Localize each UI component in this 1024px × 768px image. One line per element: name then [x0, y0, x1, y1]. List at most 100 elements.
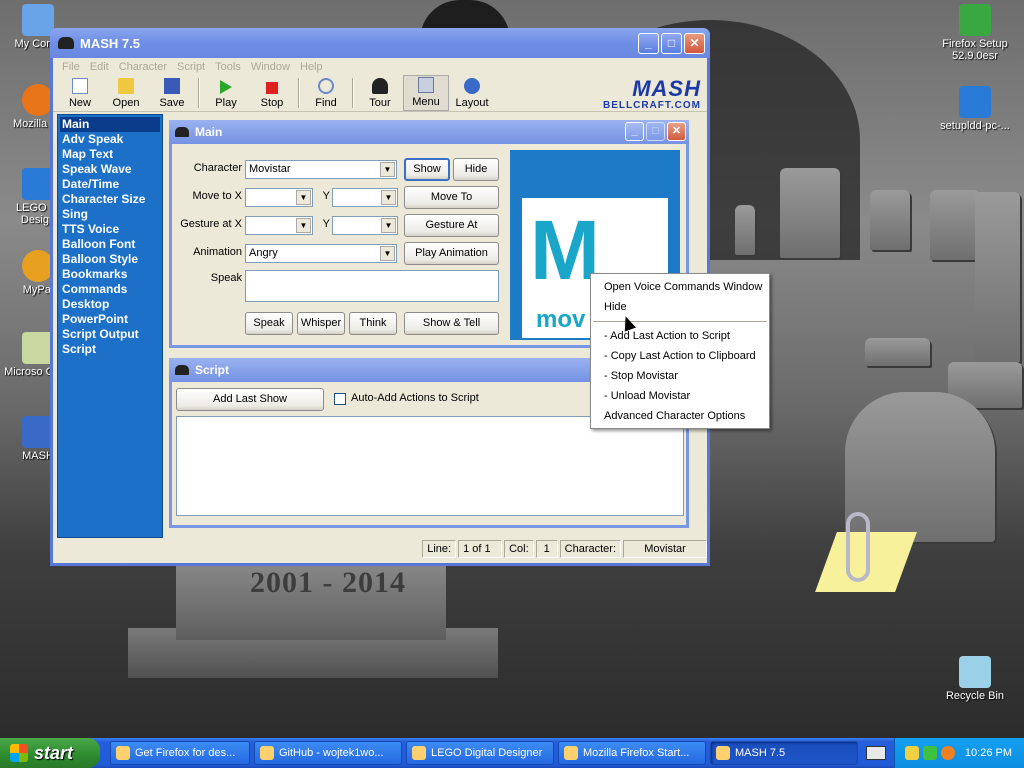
close-button[interactable]: ✕ — [684, 33, 705, 54]
toolbar-menu-button[interactable]: Menu — [403, 75, 449, 111]
minimize-button[interactable]: _ — [638, 33, 659, 54]
sidebar-item-main[interactable]: Main — [60, 117, 160, 132]
find-icon — [318, 78, 334, 94]
gesture-at-x-select[interactable]: ▼ — [245, 216, 313, 235]
hide-button[interactable]: Hide — [453, 158, 499, 181]
gesture-at-y-select[interactable]: ▼ — [332, 216, 398, 235]
desktop-icon-firefox-setup[interactable]: Firefox Setup 52.9.0esr — [937, 4, 1013, 62]
menu-script[interactable]: Script — [172, 61, 210, 73]
menu-tools[interactable]: Tools — [210, 61, 246, 73]
status-bar: Line: 1 of 1 Col: 1 Character: Movistar — [53, 538, 707, 560]
security-shield-icon[interactable] — [904, 746, 919, 760]
menu-item-unload-character[interactable]: - Unload Movistar — [591, 386, 769, 406]
main-minimize-button[interactable]: _ — [625, 122, 644, 141]
chevron-down-icon[interactable]: ▼ — [381, 218, 396, 233]
taskbar-item-lego-digital-designer[interactable]: LEGO Digital Designer — [406, 741, 554, 765]
menu-help[interactable]: Help — [295, 61, 328, 73]
menu-window[interactable]: Window — [246, 61, 295, 73]
chevron-down-icon[interactable]: ▼ — [296, 190, 311, 205]
chevron-down-icon[interactable]: ▼ — [381, 190, 396, 205]
menu-edit[interactable]: Edit — [85, 61, 114, 73]
mash-app-icon — [58, 37, 74, 49]
sidebar-item-map-text[interactable]: Map Text — [60, 147, 160, 162]
speak-button[interactable]: Speak — [245, 312, 293, 335]
menu-item-stop-character[interactable]: - Stop Movistar — [591, 366, 769, 386]
sidebar-item-date-time[interactable]: Date/Time — [60, 177, 160, 192]
sidebar-item-script-output[interactable]: Script Output — [60, 327, 160, 342]
recycle-bin-icon — [959, 656, 991, 688]
status-line-label: Line: — [422, 540, 457, 558]
toolbar-play-button[interactable]: Play — [203, 75, 249, 111]
sidebar-item-balloon-font[interactable]: Balloon Font — [60, 237, 160, 252]
tour-icon — [372, 78, 388, 94]
menu-item-advanced-options[interactable]: Advanced Character Options — [591, 406, 769, 426]
main-close-button[interactable]: ✕ — [667, 122, 686, 141]
chevron-down-icon[interactable]: ▼ — [380, 162, 395, 177]
whisper-button[interactable]: Whisper — [297, 312, 345, 335]
menu-file[interactable]: File — [57, 61, 85, 73]
animation-select-value: Angry — [249, 247, 278, 259]
toolbar-layout-button[interactable]: Layout — [449, 75, 495, 111]
toolbar-save-button[interactable]: Save — [149, 75, 195, 111]
move-to-button[interactable]: Move To — [404, 186, 499, 209]
sidebar-item-adv-speak[interactable]: Adv Speak — [60, 132, 160, 147]
script-text-area[interactable] — [176, 416, 684, 516]
taskbar-item-get-firefox[interactable]: Get Firefox for des... — [110, 741, 250, 765]
desktop-icon-setupldd[interactable]: setupldd-pc-... — [937, 86, 1013, 132]
move-to-y-label: Y — [322, 190, 330, 202]
sidebar-item-tts-voice[interactable]: TTS Voice — [60, 222, 160, 237]
toolbar-label: Open — [112, 97, 140, 109]
keyboard-layout-icon[interactable] — [866, 746, 886, 760]
logo-text: MASH — [632, 76, 701, 101]
toolbar-new-button[interactable]: New — [57, 75, 103, 111]
menu-item-add-last-action[interactable]: - Add Last Action to Script — [591, 326, 769, 346]
show-button[interactable]: Show — [404, 158, 450, 181]
sidebar-item-bookmarks[interactable]: Bookmarks — [60, 267, 160, 282]
search-icon[interactable] — [940, 746, 955, 760]
menu-item-hide[interactable]: Hide — [591, 297, 769, 317]
menu-item-open-voice-commands[interactable]: Open Voice Commands Window — [591, 277, 769, 297]
show-and-tell-button[interactable]: Show & Tell — [404, 312, 499, 335]
sidebar-item-character-size[interactable]: Character Size — [60, 192, 160, 207]
taskbar-item-mozilla-firefox[interactable]: Mozilla Firefox Start... — [558, 741, 706, 765]
sidebar-item-commands[interactable]: Commands — [60, 282, 160, 297]
toolbar-stop-button[interactable]: Stop — [249, 75, 295, 111]
toolbar-tour-button[interactable]: Tour — [357, 75, 403, 111]
sidebar-item-speak-wave[interactable]: Speak Wave — [60, 162, 160, 177]
mash-bellcraft-logo[interactable]: MASH BELLCRAFT.COM — [603, 76, 701, 112]
toolbar-open-button[interactable]: Open — [103, 75, 149, 111]
auto-add-checkbox[interactable] — [334, 393, 346, 405]
play-animation-button[interactable]: Play Animation — [404, 242, 499, 265]
move-to-x-select[interactable]: ▼ — [245, 188, 313, 207]
chevron-down-icon[interactable]: ▼ — [380, 246, 395, 261]
animation-select[interactable]: Angry ▼ — [245, 244, 397, 263]
network-icon[interactable] — [922, 746, 937, 760]
office-assistant-clippy[interactable] — [815, 512, 917, 592]
sidebar-item-balloon-style[interactable]: Balloon Style — [60, 252, 160, 267]
character-select[interactable]: Movistar ▼ — [245, 160, 397, 179]
toolbar-find-button[interactable]: Find — [303, 75, 349, 111]
maximize-button[interactable]: □ — [661, 33, 682, 54]
speak-text-input[interactable] — [245, 270, 499, 302]
menu-item-copy-last-action[interactable]: - Copy Last Action to Clipboard — [591, 346, 769, 366]
move-to-y-select[interactable]: ▼ — [332, 188, 398, 207]
menu-character[interactable]: Character — [114, 61, 172, 73]
main-maximize-button[interactable]: □ — [646, 122, 665, 141]
sidebar-item-powerpoint[interactable]: PowerPoint — [60, 312, 160, 327]
sidebar-item-sing[interactable]: Sing — [60, 207, 160, 222]
gesture-at-button[interactable]: Gesture At — [404, 214, 499, 237]
start-button[interactable]: start — [0, 738, 100, 768]
sidebar-item-desktop[interactable]: Desktop — [60, 297, 160, 312]
desktop-icon-recycle-bin[interactable]: Recycle Bin — [937, 656, 1013, 702]
think-button[interactable]: Think — [349, 312, 397, 335]
window-titlebar[interactable]: MASH 7.5 _ □ ✕ — [50, 28, 710, 58]
status-col-label: Col: — [504, 540, 534, 558]
taskbar-item-github[interactable]: GitHub - wojtek1wo... — [254, 741, 402, 765]
toolbar-label: New — [68, 97, 91, 109]
sidebar-item-script[interactable]: Script — [60, 342, 160, 357]
taskbar-item-mash[interactable]: MASH 7.5 — [710, 741, 858, 765]
main-panel-titlebar[interactable]: Main _ □ ✕ — [169, 120, 689, 144]
add-last-show-button[interactable]: Add Last Show — [176, 388, 324, 411]
chevron-down-icon[interactable]: ▼ — [296, 218, 311, 233]
clock[interactable]: 10:26 PM — [965, 747, 1012, 759]
